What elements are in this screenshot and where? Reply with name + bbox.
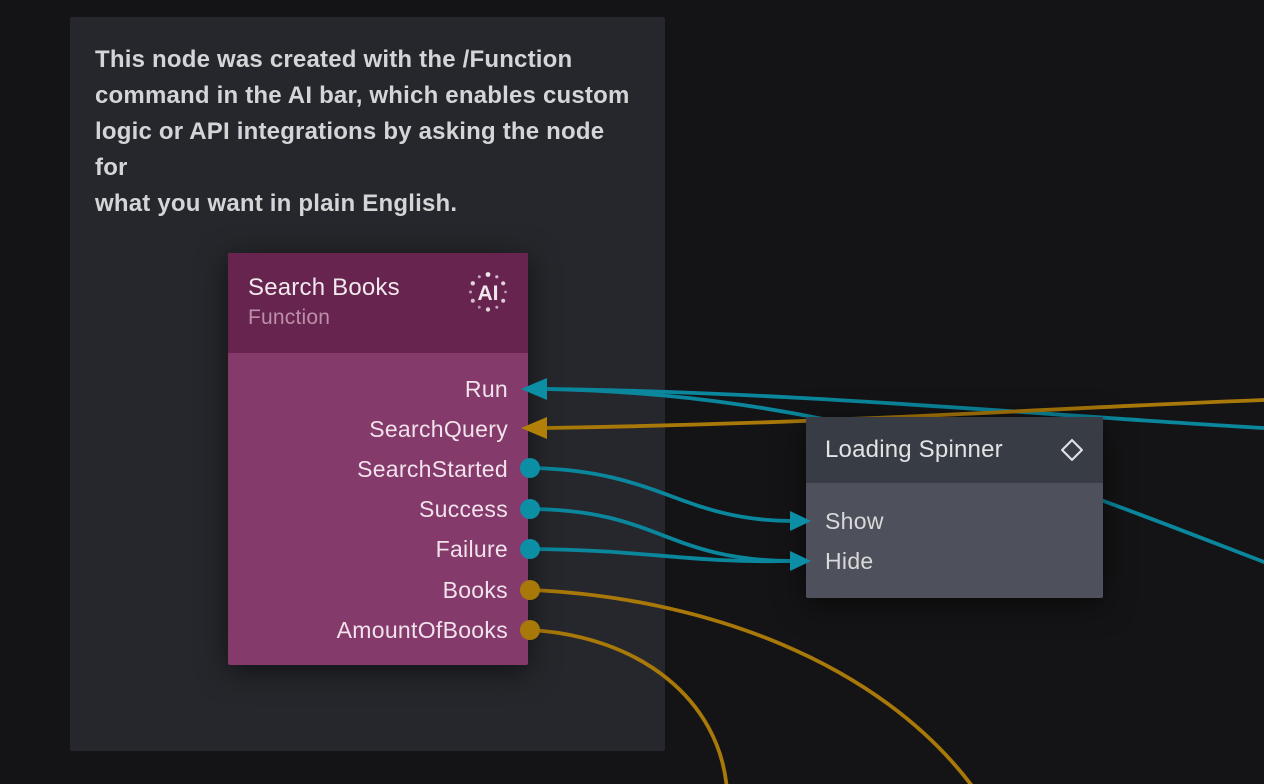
- port-success[interactable]: Success: [228, 490, 528, 530]
- port-hide[interactable]: Hide: [806, 541, 1103, 581]
- diamond-component-icon: [1057, 435, 1087, 465]
- ai-badge-label: AI: [478, 282, 499, 305]
- node-search-books-header[interactable]: Search Books Function AI: [228, 253, 528, 353]
- port-amountofbooks[interactable]: AmountOfBooks: [228, 610, 528, 650]
- port-run[interactable]: Run: [228, 369, 528, 409]
- node-loading-spinner[interactable]: Loading Spinner Show Hide: [806, 417, 1103, 598]
- port-searchquery[interactable]: SearchQuery: [228, 409, 528, 449]
- port-books[interactable]: Books: [228, 570, 528, 610]
- comment-text: This node was created with the /Function…: [70, 17, 665, 222]
- node-editor-canvas[interactable]: This node was created with the /Function…: [0, 0, 1264, 784]
- node-title: Loading Spinner: [825, 436, 1057, 464]
- node-loading-spinner-header[interactable]: Loading Spinner: [806, 417, 1103, 483]
- port-show[interactable]: Show: [806, 501, 1103, 541]
- port-failure[interactable]: Failure: [228, 530, 528, 570]
- node-search-books[interactable]: Search Books Function AI: [228, 253, 528, 665]
- node-search-books-body: Run SearchQuery SearchStarted Success Fa…: [228, 353, 528, 665]
- port-searchstarted[interactable]: SearchStarted: [228, 449, 528, 489]
- node-loading-spinner-body: Show Hide: [806, 483, 1103, 598]
- ai-badge-icon: AI: [464, 268, 512, 316]
